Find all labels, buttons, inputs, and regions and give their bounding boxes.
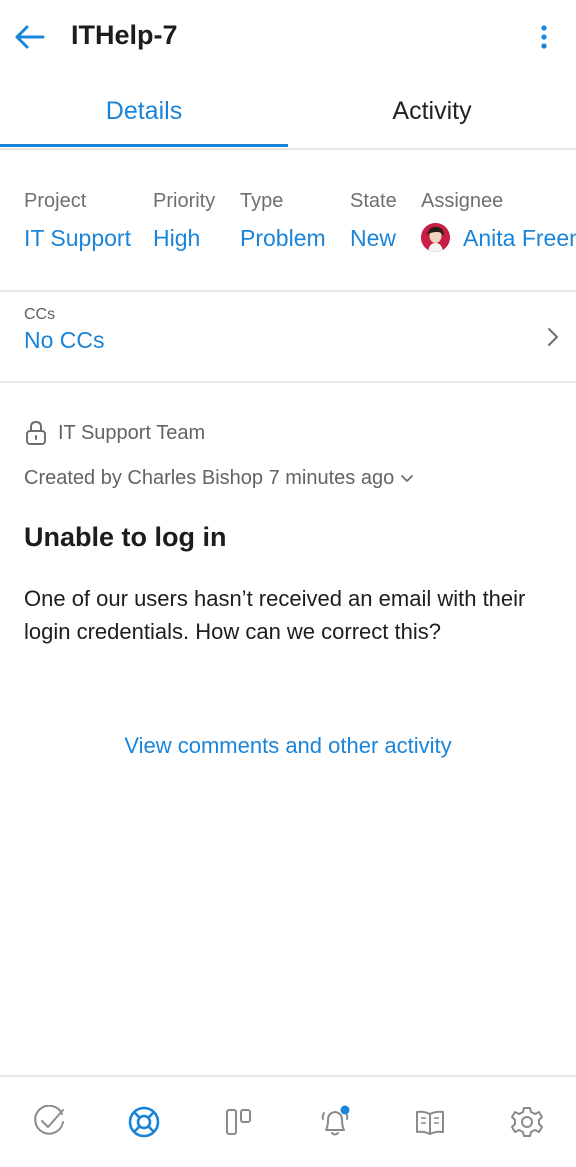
lock-icon — [26, 420, 46, 445]
field-priority-value[interactable]: High — [153, 225, 215, 252]
ccs-label: CCs — [24, 306, 56, 323]
issue-key-title: ITHelp-7 — [71, 20, 178, 50]
field-assignee-label: Assignee — [421, 190, 504, 212]
more-vertical-icon[interactable] — [532, 22, 556, 52]
lifebuoy-icon[interactable] — [127, 1105, 161, 1139]
back-arrow-icon[interactable] — [14, 22, 46, 52]
board-icon[interactable] — [222, 1105, 256, 1139]
field-state[interactable]: State New — [350, 190, 397, 252]
tab-activity[interactable]: Activity — [288, 82, 576, 146]
field-project[interactable]: Project IT Support — [24, 190, 131, 252]
bottom-navigation — [0, 1075, 576, 1167]
field-project-value[interactable]: IT Support — [24, 225, 131, 252]
team-name: IT Support Team — [58, 422, 206, 444]
created-text: Created by Charles Bishop 7 minutes ago — [24, 467, 395, 489]
issue-fields-row: Project IT Support Priority High Type Pr… — [0, 190, 576, 260]
field-priority[interactable]: Priority High — [153, 190, 215, 252]
field-state-value[interactable]: New — [350, 225, 397, 252]
field-type-label: Type — [240, 190, 284, 212]
created-info[interactable]: Created by Charles Bishop 7 minutes ago — [24, 467, 414, 490]
field-assignee-value[interactable]: Anita Freen — [463, 225, 576, 252]
selected-tab-indicator — [0, 144, 288, 147]
view-activity-link[interactable]: View comments and other activity — [0, 733, 576, 759]
notification-bell-icon[interactable] — [318, 1105, 352, 1139]
check-circle-icon[interactable] — [32, 1105, 66, 1139]
field-project-label: Project — [24, 190, 87, 212]
settings-gear-icon[interactable] — [510, 1105, 544, 1139]
issue-description: One of our users hasn’t received an emai… — [24, 586, 526, 644]
field-priority-label: Priority — [153, 190, 216, 212]
knowledge-base-book-icon[interactable] — [413, 1105, 447, 1139]
field-type[interactable]: Type Problem — [240, 190, 326, 252]
chevron-right-icon — [548, 328, 558, 346]
chevron-down-icon — [401, 474, 414, 482]
tab-details[interactable]: Details — [0, 82, 288, 146]
top-app-bar: ITHelp-7 — [0, 0, 576, 76]
ccs-row[interactable]: CCs No CCs — [0, 292, 576, 382]
issue-summary: Unable to log in — [24, 522, 227, 552]
field-state-label: State — [350, 190, 397, 212]
avatar — [421, 223, 450, 252]
divider — [0, 381, 576, 383]
tab-bar: Details Activity — [0, 82, 576, 150]
ccs-value: No CCs — [24, 327, 105, 353]
field-type-value[interactable]: Problem — [240, 225, 326, 252]
